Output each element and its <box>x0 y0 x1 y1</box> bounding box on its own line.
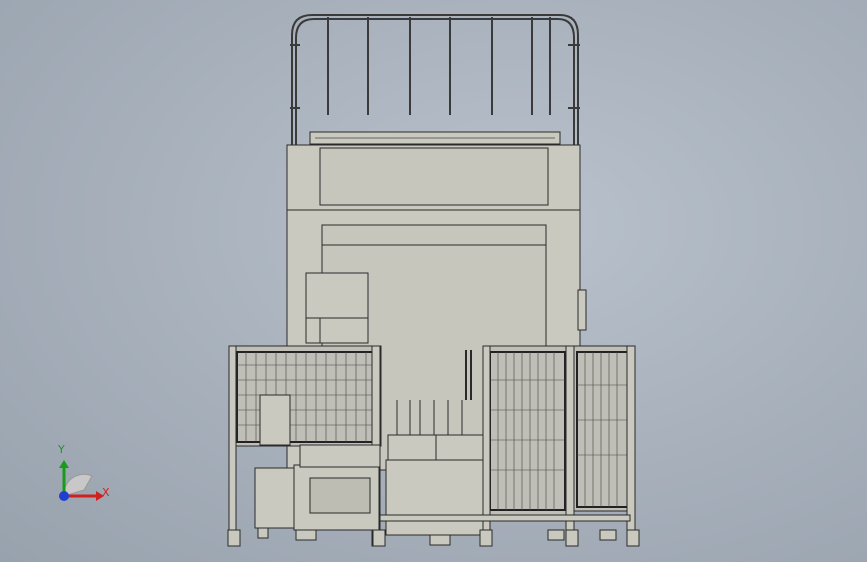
triad-rotation-arc <box>63 473 93 497</box>
triad-x-label: X <box>102 486 110 499</box>
left-base-block <box>254 467 296 529</box>
center-fixture-platform <box>385 459 485 536</box>
top-guard-railing <box>290 14 580 145</box>
cad-graphics-viewport[interactable]: X Y <box>0 0 867 562</box>
orientation-triad <box>59 460 104 501</box>
side-rail-right <box>577 289 587 331</box>
triad-y-label: Y <box>58 443 65 456</box>
pedestal <box>299 444 381 468</box>
triad-z-axis-dot <box>59 491 69 501</box>
triad-y-arrowhead <box>59 460 69 468</box>
right-mesh-guard <box>484 345 635 517</box>
base-rail <box>379 514 631 522</box>
left-frame-post <box>228 345 237 547</box>
left-mesh-guard <box>230 345 382 447</box>
control-box <box>305 272 369 344</box>
main-cabinet-upper-panel <box>319 147 549 206</box>
machine-assembly-model[interactable] <box>0 0 867 562</box>
